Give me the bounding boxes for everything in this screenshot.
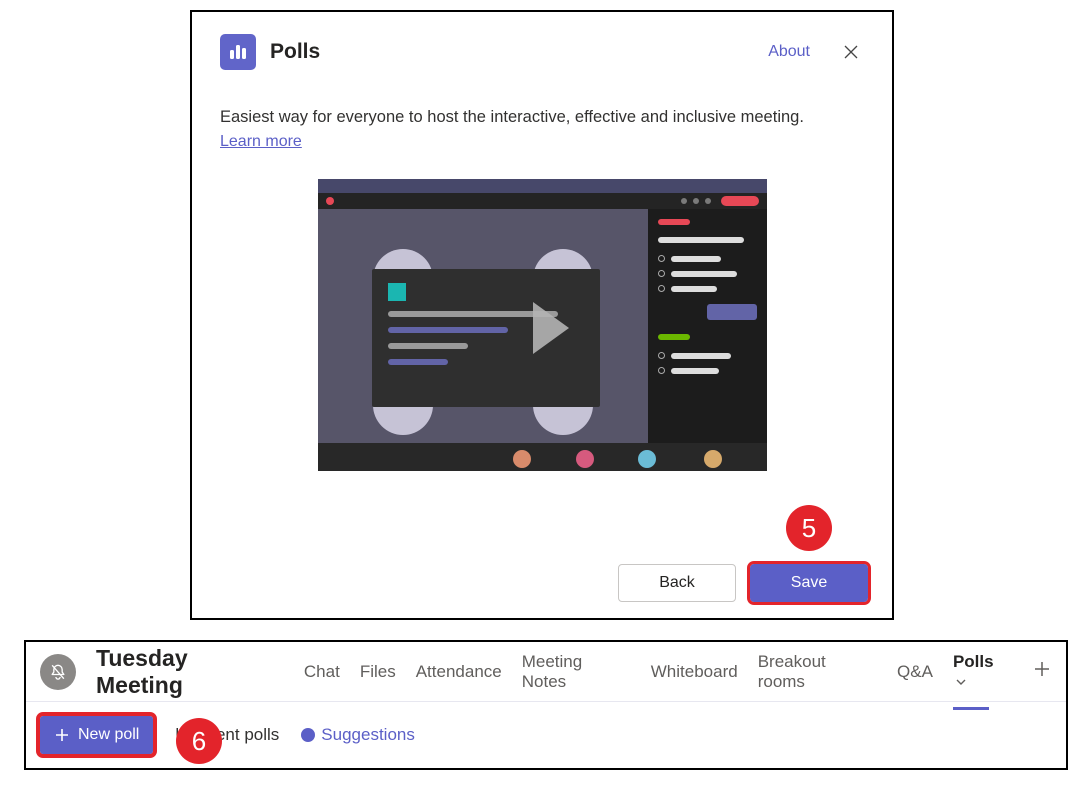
mute-notifications-button[interactable]	[40, 654, 76, 690]
dialog-header: Polls About	[220, 34, 864, 70]
tab-chat[interactable]: Chat	[304, 662, 340, 682]
plus-icon	[1032, 659, 1052, 679]
chevron-down-icon	[955, 676, 967, 688]
bell-off-icon	[48, 662, 68, 682]
play-icon	[533, 302, 569, 354]
tab-files[interactable]: Files	[360, 662, 396, 682]
about-link[interactable]: About	[768, 43, 810, 61]
tab-meeting-notes[interactable]: Meeting Notes	[522, 652, 631, 692]
step-callout-6: 6	[176, 718, 222, 764]
close-button[interactable]	[838, 39, 864, 65]
tab-polls[interactable]: Polls	[953, 652, 1012, 692]
step-callout-5: 5	[786, 505, 832, 551]
plus-icon	[54, 727, 70, 743]
dialog-description: Easiest way for everyone to host the int…	[220, 106, 864, 129]
video-preview[interactable]	[318, 179, 767, 471]
tab-breakout-rooms[interactable]: Breakout rooms	[758, 652, 877, 692]
new-poll-button[interactable]: New poll	[40, 716, 153, 754]
tabbar-top: Tuesday Meeting Chat Files Attendance Me…	[26, 642, 1066, 702]
suggestions-link[interactable]: Suggestions	[301, 725, 415, 745]
close-icon	[842, 43, 860, 61]
back-button[interactable]: Back	[618, 564, 736, 602]
tab-attendance[interactable]: Attendance	[416, 662, 502, 682]
lightbulb-icon	[301, 728, 315, 742]
dialog-footer: Back Save	[618, 564, 868, 602]
tab-whiteboard[interactable]: Whiteboard	[651, 662, 738, 682]
tab-qa[interactable]: Q&A	[897, 662, 933, 682]
tab-polls-label: Polls	[953, 652, 994, 671]
dialog-title: Polls	[270, 40, 754, 64]
suggestions-label: Suggestions	[321, 725, 415, 745]
polls-icon	[220, 34, 256, 70]
new-poll-label: New poll	[78, 726, 139, 744]
add-tab-button[interactable]	[1032, 659, 1052, 684]
save-button[interactable]: Save	[750, 564, 868, 602]
learn-more-link[interactable]: Learn more	[220, 133, 302, 151]
meeting-title: Tuesday Meeting	[96, 645, 280, 699]
